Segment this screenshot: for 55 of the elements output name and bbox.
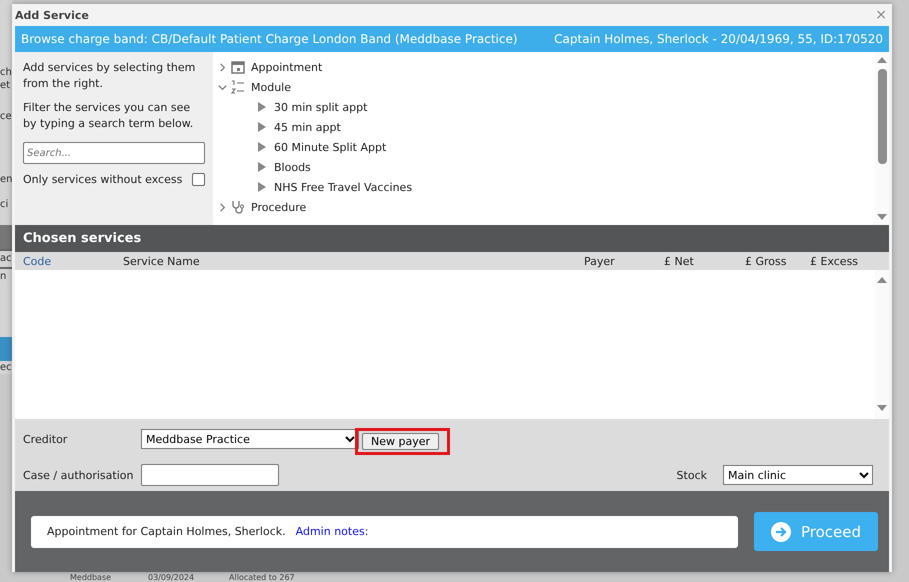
- case-input[interactable]: [141, 464, 279, 486]
- background-text: ce: [0, 110, 12, 123]
- scroll-up-icon[interactable]: [877, 57, 887, 63]
- scroll-down-icon[interactable]: [877, 405, 887, 411]
- dialog-title: Add Service: [15, 8, 89, 22]
- background-text: et: [0, 79, 12, 92]
- background-text: 03/09/2024: [148, 573, 194, 582]
- stethoscope-icon: [231, 200, 245, 214]
- charge-band-title: Browse charge band: CB/Default Patient Charge London Band (Meddbase Practice): [21, 32, 518, 46]
- background-text: Allocated to 267: [229, 573, 295, 582]
- tree-category[interactable]: Appointment: [251, 60, 322, 74]
- appointment-note: Appointment for Captain Holmes, Sherlock.: [47, 525, 286, 538]
- field-label: Case / authorisation: [23, 468, 134, 482]
- stock-dropdown[interactable]: Main clinic: [723, 465, 873, 485]
- scrollbar[interactable]: [875, 52, 889, 225]
- instruction-text: Add services by selecting them from the right.: [23, 60, 196, 92]
- arrow-circle-icon: [770, 522, 791, 542]
- scroll-up-icon[interactable]: [877, 277, 887, 283]
- scroll-down-icon[interactable]: [877, 214, 887, 220]
- tree-item[interactable]: Bloods: [274, 160, 311, 174]
- field-label: Creditor: [23, 432, 68, 446]
- patient-info: Captain Holmes, Sherlock - 20/04/1969, 55, ID:170520: [554, 32, 883, 46]
- tree-item[interactable]: 60 Minute Split Appt: [274, 140, 386, 154]
- field-label: Stock: [676, 468, 707, 482]
- scrollbar[interactable]: [875, 270, 889, 419]
- background-text: ec: [0, 361, 12, 374]
- chevron-icon[interactable]: [218, 82, 227, 92]
- background-text: Meddbase: [70, 573, 112, 582]
- tree-category[interactable]: Module: [251, 80, 291, 94]
- colon-text: :: [364, 525, 368, 538]
- background-text: ch: [0, 66, 12, 79]
- tree-item[interactable]: 30 min split appt: [274, 100, 368, 114]
- tree-item[interactable]: 45 min appt: [274, 120, 341, 134]
- instruction-text: Filter the services you can see by typing a search term below.: [23, 100, 194, 132]
- background-text: en: [0, 173, 12, 186]
- new-payer-button[interactable]: New payer: [362, 432, 440, 450]
- background-text: ci: [0, 198, 10, 211]
- column-header: £ Excess: [810, 254, 858, 268]
- checkbox[interactable]: [192, 173, 205, 186]
- numbered-list-icon: [231, 80, 245, 94]
- tree-category[interactable]: Procedure: [251, 200, 306, 214]
- calendar-icon: [231, 60, 245, 74]
- column-header: £ Net: [664, 254, 694, 268]
- search-field[interactable]: Search...: [23, 142, 205, 164]
- creditor-dropdown[interactable]: Meddbase Practice: [141, 429, 359, 449]
- column-header: £ Gross: [745, 254, 786, 268]
- admin-notes-link[interactable]: Admin notes: [296, 525, 365, 538]
- chevron-icon[interactable]: [218, 202, 227, 212]
- column-header: Payer: [584, 254, 615, 268]
- column-header[interactable]: Code: [23, 254, 52, 268]
- tree-item[interactable]: NHS Free Travel Vaccines: [274, 180, 412, 194]
- chevron-icon[interactable]: [218, 62, 227, 72]
- column-header: Service Name: [123, 254, 200, 268]
- section-title: Chosen services: [23, 231, 142, 246]
- checkbox-label: Only services without excess: [23, 173, 182, 186]
